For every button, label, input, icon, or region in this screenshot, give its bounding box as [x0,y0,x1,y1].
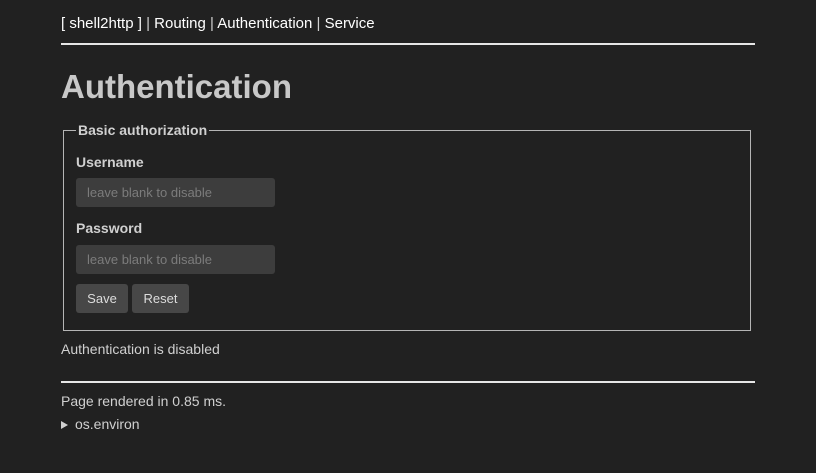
reset-button[interactable]: Reset [132,284,189,313]
save-button[interactable]: Save [76,284,128,313]
nav-separator: | [316,15,321,32]
nav-separator: | [146,15,150,32]
password-input[interactable] [76,245,275,274]
nav-separator: | [210,15,214,32]
disclosure-triangle-icon [61,421,68,429]
os-environ-details-toggle[interactable]: os.environ [61,416,140,433]
fieldset-legend: Basic authorization [76,122,210,139]
top-nav: [ shell2http ] | Routing | Authenticatio… [61,15,375,33]
username-label: Username [76,154,144,170]
auth-status-text: Authentication is disabled [61,341,220,357]
nav-link-service[interactable]: Service [325,15,375,32]
nav-brand-link[interactable]: [ shell2http ] [61,15,142,32]
basic-auth-fieldset: Basic authorization Username Password Sa… [63,122,751,331]
nav-link-routing[interactable]: Routing [154,15,206,32]
password-label: Password [76,220,143,236]
render-time-text: Page rendered in 0.85 ms. [61,393,226,409]
nav-link-authentication[interactable]: Authentication [217,15,312,32]
page-title: Authentication [61,68,292,105]
username-input[interactable] [76,178,275,207]
header-divider [61,43,755,45]
footer-divider [61,381,755,383]
details-summary-label: os.environ [75,416,140,432]
